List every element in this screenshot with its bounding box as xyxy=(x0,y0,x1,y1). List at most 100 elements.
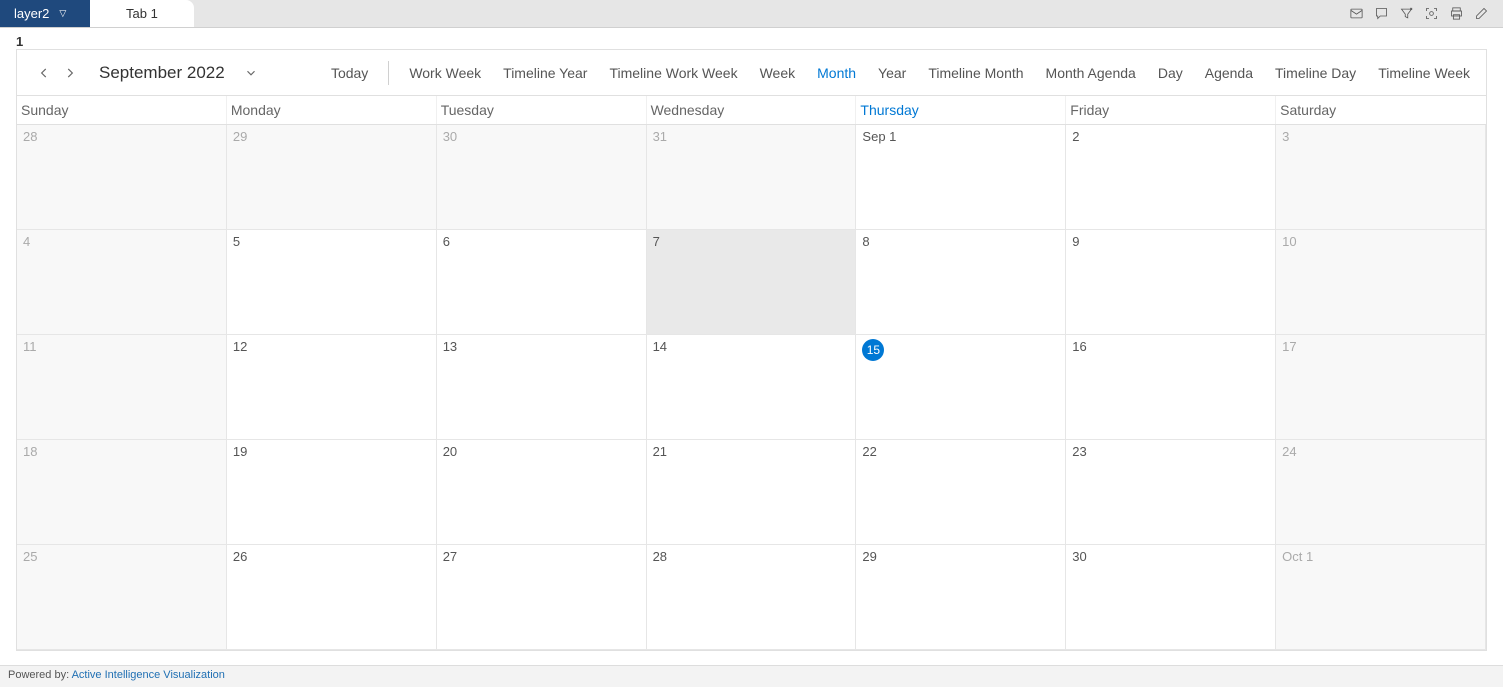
date-number: 5 xyxy=(233,234,240,249)
calendar-cell[interactable]: 15 xyxy=(856,335,1066,440)
view-timeline-work-week[interactable]: Timeline Work Week xyxy=(607,61,739,85)
date-number: 29 xyxy=(862,549,876,564)
print-icon[interactable] xyxy=(1449,6,1464,21)
date-number: 6 xyxy=(443,234,450,249)
calendar-cell[interactable]: 10 xyxy=(1276,230,1486,335)
calendar-cell[interactable]: 30 xyxy=(437,125,647,230)
view-timeline-week[interactable]: Timeline Week xyxy=(1376,61,1472,85)
calendar-cell[interactable]: 27 xyxy=(437,545,647,650)
calendar-cell[interactable]: 31 xyxy=(647,125,857,230)
view-timeline-year[interactable]: Timeline Year xyxy=(501,61,589,85)
date-number: 31 xyxy=(653,129,667,144)
calendar-cell[interactable]: 12 xyxy=(227,335,437,440)
calendar-cell[interactable]: 13 xyxy=(437,335,647,440)
date-number: 16 xyxy=(1072,339,1086,354)
date-number: Sep 1 xyxy=(862,129,896,144)
prev-button[interactable] xyxy=(31,60,57,86)
day-header-saturday: Saturday xyxy=(1276,96,1486,124)
date-number: 18 xyxy=(23,444,37,459)
today-marker: 15 xyxy=(862,339,884,361)
calendar-cell[interactable]: 30 xyxy=(1066,545,1276,650)
calendar: September 2022 Today Work Week Timeline Y… xyxy=(16,49,1487,651)
calendar-cell[interactable]: 8 xyxy=(856,230,1066,335)
calendar-cell[interactable]: 19 xyxy=(227,440,437,545)
view-week[interactable]: Week xyxy=(758,61,798,85)
date-number: 10 xyxy=(1282,234,1296,249)
date-number: 11 xyxy=(23,339,37,354)
document-tab[interactable]: Tab 1 xyxy=(90,0,194,27)
calendar-cell[interactable]: 25 xyxy=(17,545,227,650)
calendar-cell[interactable]: 22 xyxy=(856,440,1066,545)
calendar-cell[interactable]: 7 xyxy=(647,230,857,335)
layer-label: layer2 xyxy=(14,6,49,21)
page-number: 1 xyxy=(0,28,1503,49)
calendar-cell[interactable]: 18 xyxy=(17,440,227,545)
view-year[interactable]: Year xyxy=(876,61,908,85)
calendar-title-dropdown[interactable] xyxy=(237,59,265,87)
calendar-cell[interactable]: 28 xyxy=(647,545,857,650)
calendar-cell[interactable]: 5 xyxy=(227,230,437,335)
calendar-cell[interactable]: 4 xyxy=(17,230,227,335)
today-button[interactable]: Today xyxy=(329,61,370,85)
separator xyxy=(388,61,389,85)
date-number: 19 xyxy=(233,444,247,459)
calendar-cell[interactable]: 9 xyxy=(1066,230,1276,335)
date-number: 28 xyxy=(653,549,667,564)
date-number: 4 xyxy=(23,234,30,249)
date-number: 2 xyxy=(1072,129,1079,144)
calendar-cell[interactable]: Oct 1 xyxy=(1276,545,1486,650)
calendar-cell[interactable]: 17 xyxy=(1276,335,1486,440)
day-header-wednesday: Wednesday xyxy=(647,96,857,124)
calendar-cell[interactable]: 29 xyxy=(856,545,1066,650)
date-number: 29 xyxy=(233,129,247,144)
date-number: 21 xyxy=(653,444,667,459)
calendar-cell[interactable]: 24 xyxy=(1276,440,1486,545)
calendar-cell[interactable]: 26 xyxy=(227,545,437,650)
comment-icon[interactable] xyxy=(1374,6,1389,21)
calendar-cell[interactable]: 21 xyxy=(647,440,857,545)
date-number: 27 xyxy=(443,549,457,564)
calendar-cell[interactable]: 28 xyxy=(17,125,227,230)
view-day[interactable]: Day xyxy=(1156,61,1185,85)
calendar-cell[interactable]: 6 xyxy=(437,230,647,335)
calendar-cell[interactable]: Sep 1 xyxy=(856,125,1066,230)
calendar-cell[interactable]: 29 xyxy=(227,125,437,230)
calendar-cell[interactable]: 16 xyxy=(1066,335,1276,440)
view-agenda[interactable]: Agenda xyxy=(1203,61,1255,85)
mail-icon[interactable] xyxy=(1349,6,1364,21)
date-number: 23 xyxy=(1072,444,1086,459)
footer-prefix: Powered by: xyxy=(8,669,72,681)
view-timeline-month[interactable]: Timeline Month xyxy=(926,61,1025,85)
day-header-tuesday: Tuesday xyxy=(437,96,647,124)
chevron-down-icon: ▽ xyxy=(59,8,66,19)
edit-icon[interactable] xyxy=(1474,6,1489,21)
document-tab-label: Tab 1 xyxy=(126,6,158,21)
next-button[interactable] xyxy=(57,60,83,86)
footer-link[interactable]: Active Intelligence Visualization xyxy=(72,669,225,681)
calendar-cell[interactable]: 20 xyxy=(437,440,647,545)
calendar-title[interactable]: September 2022 xyxy=(99,63,225,83)
view-month[interactable]: Month xyxy=(815,61,858,85)
view-timeline-day[interactable]: Timeline Day xyxy=(1273,61,1358,85)
layer-dropdown[interactable]: layer2 ▽ xyxy=(0,0,90,27)
date-number: 8 xyxy=(862,234,869,249)
calendar-cell[interactable]: 14 xyxy=(647,335,857,440)
capture-icon[interactable] xyxy=(1424,6,1439,21)
calendar-cell[interactable]: 2 xyxy=(1066,125,1276,230)
day-header-friday: Friday xyxy=(1066,96,1276,124)
view-month-agenda[interactable]: Month Agenda xyxy=(1044,61,1138,85)
date-number: 24 xyxy=(1282,444,1296,459)
day-header-monday: Monday xyxy=(227,96,437,124)
filter-clear-icon[interactable] xyxy=(1399,6,1414,21)
calendar-cell[interactable]: 11 xyxy=(17,335,227,440)
date-number: Oct 1 xyxy=(1282,549,1313,564)
day-header-sunday: Sunday xyxy=(17,96,227,124)
calendar-cell[interactable]: 23 xyxy=(1066,440,1276,545)
toolbar-icons xyxy=(1349,0,1503,27)
calendar-cell[interactable]: 3 xyxy=(1276,125,1486,230)
view-work-week[interactable]: Work Week xyxy=(407,61,483,85)
date-number: 3 xyxy=(1282,129,1289,144)
top-tab-bar: layer2 ▽ Tab 1 xyxy=(0,0,1503,28)
date-number: 30 xyxy=(1072,549,1086,564)
date-number: 20 xyxy=(443,444,457,459)
